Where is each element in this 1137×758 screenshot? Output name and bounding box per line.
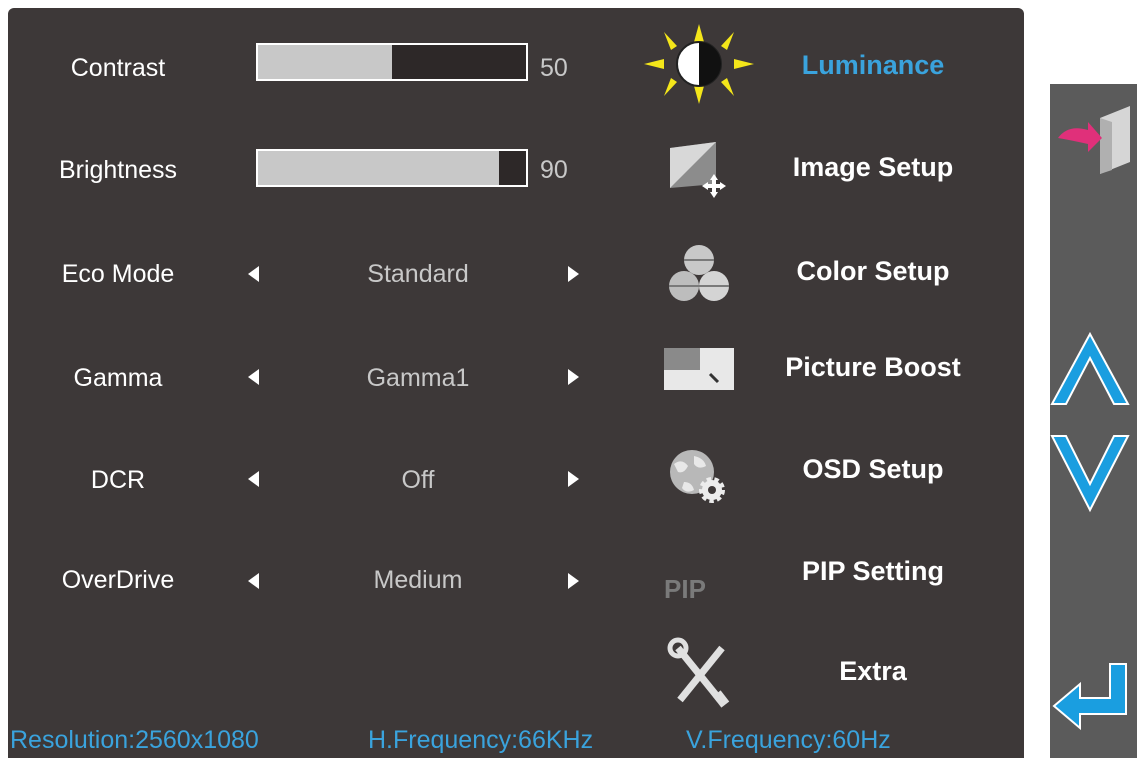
brightness-slider-fill bbox=[258, 151, 500, 185]
eco-mode-right-arrow-icon[interactable] bbox=[568, 266, 579, 282]
dcr-value: Off bbox=[401, 466, 435, 494]
gamma-value: Gamma1 bbox=[366, 364, 470, 392]
enter-icon bbox=[1052, 663, 1127, 731]
pip-icon-text: PIP bbox=[664, 574, 706, 604]
contrast-slider[interactable] bbox=[256, 43, 528, 81]
menu-picture-boost[interactable]: Picture Boost bbox=[758, 352, 988, 383]
overdrive-label: OverDrive bbox=[61, 566, 175, 594]
brightness-label: Brightness bbox=[58, 156, 178, 184]
side-button-panel bbox=[1050, 84, 1137, 758]
contrast-slider-fill bbox=[258, 45, 392, 79]
menu-pip-setting[interactable]: PIP Setting bbox=[758, 556, 988, 587]
exit-icon bbox=[1058, 106, 1130, 174]
gamma-right-arrow-icon[interactable] bbox=[568, 369, 579, 385]
up-arrow-icon bbox=[1050, 331, 1130, 405]
image-setup-icon[interactable] bbox=[644, 132, 754, 212]
status-v-frequency: V.Frequency:60Hz bbox=[686, 726, 891, 754]
menu-color-setup[interactable]: Color Setup bbox=[758, 256, 988, 287]
eco-mode-label: Eco Mode bbox=[61, 260, 175, 288]
overdrive-right-arrow-icon[interactable] bbox=[568, 573, 579, 589]
tools-icon[interactable] bbox=[644, 634, 754, 714]
dcr-left-arrow-icon[interactable] bbox=[248, 471, 259, 487]
exit-button[interactable] bbox=[1050, 98, 1137, 178]
up-button[interactable] bbox=[1050, 330, 1137, 410]
contrast-value: 50 bbox=[540, 54, 568, 82]
down-arrow-icon bbox=[1050, 435, 1130, 513]
gamma-left-arrow-icon[interactable] bbox=[248, 369, 259, 385]
brightness-slider[interactable] bbox=[256, 149, 528, 187]
menu-osd-setup[interactable]: OSD Setup bbox=[758, 454, 988, 485]
brightness-value: 90 bbox=[540, 156, 568, 184]
globe-gear-icon[interactable] bbox=[644, 438, 754, 518]
pip-icon[interactable]: PIP bbox=[644, 556, 754, 636]
enter-button[interactable] bbox=[1050, 658, 1137, 738]
gamma-label: Gamma bbox=[73, 364, 163, 392]
down-button[interactable] bbox=[1050, 430, 1137, 520]
menu-luminance[interactable]: Luminance bbox=[758, 50, 988, 81]
overdrive-left-arrow-icon[interactable] bbox=[248, 573, 259, 589]
menu-extra[interactable]: Extra bbox=[758, 656, 988, 687]
status-resolution: Resolution:2560x1080 bbox=[10, 726, 259, 754]
contrast-label: Contrast bbox=[70, 54, 166, 82]
eco-mode-value: Standard bbox=[367, 260, 469, 288]
osd-panel: Contrast 50 Brightness 90 Eco Mode Stand… bbox=[8, 8, 1024, 758]
color-balls-icon[interactable] bbox=[644, 236, 754, 316]
menu-image-setup[interactable]: Image Setup bbox=[758, 152, 988, 183]
status-h-frequency: H.Frequency:66KHz bbox=[368, 726, 594, 754]
overdrive-value: Medium bbox=[373, 566, 463, 594]
eco-mode-left-arrow-icon[interactable] bbox=[248, 266, 259, 282]
picture-boost-icon[interactable] bbox=[644, 334, 754, 414]
dcr-right-arrow-icon[interactable] bbox=[568, 471, 579, 487]
sun-icon[interactable] bbox=[644, 24, 754, 104]
dcr-label: DCR bbox=[90, 466, 146, 494]
